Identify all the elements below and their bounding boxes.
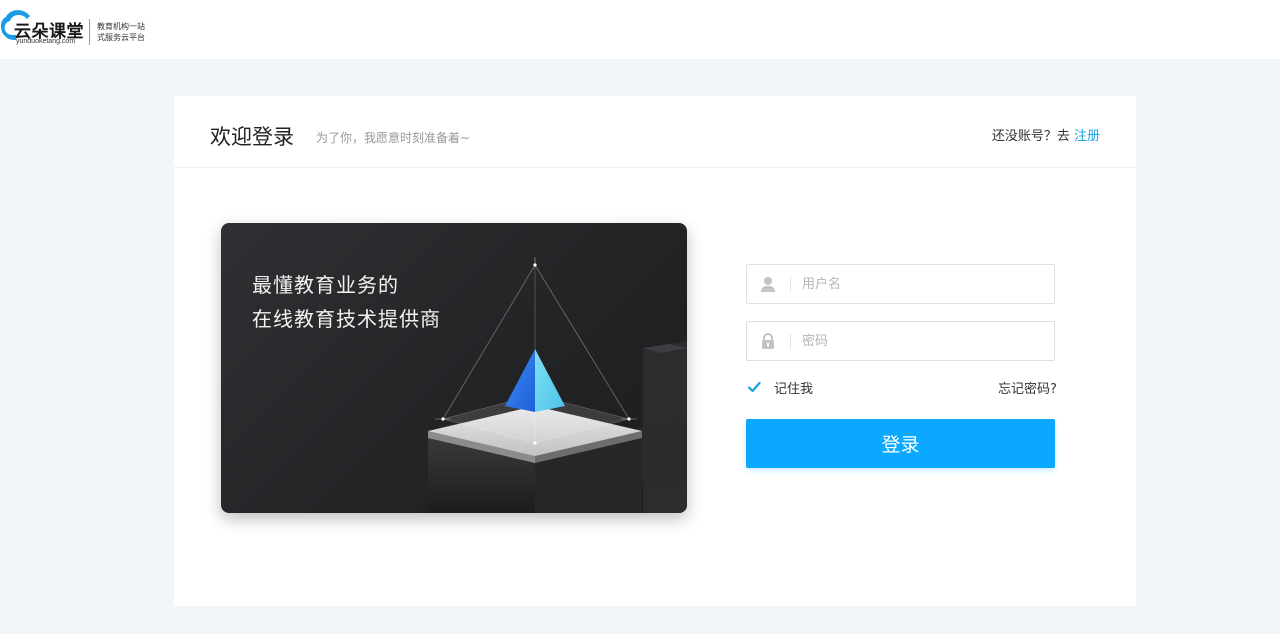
- login-title: 欢迎登录: [210, 125, 294, 149]
- banner-headline-line2: 在线教育技术提供商: [252, 307, 441, 331]
- pyramid-illustration: [428, 257, 687, 513]
- login-button[interactable]: 登录: [746, 419, 1055, 468]
- register-prompt: 还没账号？去 注册: [992, 125, 1100, 144]
- register-prompt-text: 还没账号？去: [991, 129, 1070, 144]
- password-input[interactable]: [802, 322, 1047, 360]
- login-card-header: 欢迎登录 为了你，我愿意时刻准备着~ 还没账号？去 注册: [174, 96, 1136, 168]
- brand-domain: yunduoketang.com: [16, 38, 76, 45]
- forgot-password-link[interactable]: 忘记密码?: [998, 378, 1057, 397]
- username-field[interactable]: [746, 264, 1055, 304]
- promo-banner: 最懂教育业务的 在线教育技术提供商: [221, 223, 687, 513]
- remember-label: 记住我: [774, 382, 814, 397]
- banner-headline-line1: 最懂教育业务的: [252, 273, 399, 297]
- login-subtitle: 为了你，我愿意时刻准备着~: [316, 131, 471, 145]
- register-link[interactable]: 注册: [1074, 129, 1100, 144]
- brand-slogan-line2: 式服务云平台: [97, 33, 145, 42]
- logo-divider: [89, 19, 90, 45]
- brand-logo[interactable]: 云朵课堂 yunduoketang.com 教育机构一站 式服务云平台: [0, 7, 160, 47]
- lock-icon: [762, 333, 774, 349]
- field-separator: [790, 277, 791, 292]
- username-input[interactable]: [802, 265, 1047, 303]
- brand-slogan-line1: 教育机构一站: [97, 22, 145, 31]
- login-card: 欢迎登录 为了你，我愿意时刻准备着~ 还没账号？去 注册 最懂教育业务的 在线教…: [174, 96, 1136, 606]
- user-icon: [761, 277, 775, 292]
- top-bar: 云朵课堂 yunduoketang.com 教育机构一站 式服务云平台: [0, 0, 1280, 59]
- field-separator: [790, 334, 791, 349]
- remember-checkbox[interactable]: [747, 380, 761, 394]
- password-field[interactable]: [746, 321, 1055, 361]
